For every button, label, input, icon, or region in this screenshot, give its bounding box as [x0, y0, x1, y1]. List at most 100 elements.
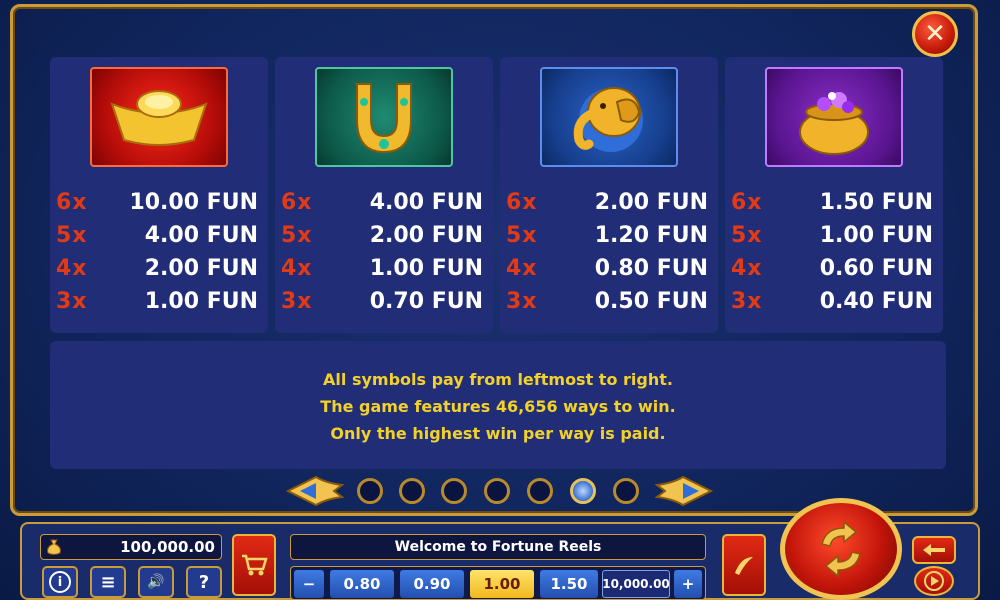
- multiplier: 3x: [56, 288, 88, 314]
- multiplier: 6x: [281, 189, 313, 215]
- payout-value: 2.00 FUN: [594, 189, 708, 215]
- payout-row: 6x 4.00 FUN: [281, 187, 487, 217]
- multiplier: 6x: [506, 189, 538, 215]
- balance-display: 100,000.00: [40, 534, 222, 560]
- page-dot[interactable]: [484, 478, 510, 504]
- plus-icon: +: [681, 575, 695, 593]
- spin-button[interactable]: [780, 498, 902, 600]
- page-dot[interactable]: [527, 478, 553, 504]
- page-dot[interactable]: [399, 478, 425, 504]
- payout-value: 1.00 FUN: [819, 222, 933, 248]
- multiplier: 3x: [506, 288, 538, 314]
- payout-row: 4x 1.00 FUN: [281, 253, 487, 283]
- payout-value: 2.00 FUN: [144, 255, 258, 281]
- rules-panel: All symbols pay from leftmost to right. …: [50, 341, 946, 469]
- multiplier: 6x: [731, 189, 763, 215]
- multiplier: 4x: [731, 255, 763, 281]
- play-icon: [924, 571, 944, 591]
- minus-icon: −: [302, 575, 316, 593]
- payout-row: 5x 4.00 FUN: [56, 220, 262, 250]
- payout-value: 0.70 FUN: [369, 288, 483, 314]
- next-page-arrow-icon[interactable]: [655, 473, 713, 509]
- help-button[interactable]: ?: [186, 566, 222, 598]
- close-icon: ✕: [924, 19, 946, 49]
- bet-selector: − 0.80 0.90 1.00 1.50 10,000.00 +: [290, 566, 706, 600]
- rule-line: All symbols pay from leftmost to right.: [323, 370, 673, 389]
- chili-icon: [735, 557, 753, 575]
- money-bag-icon: [47, 539, 61, 555]
- treasure-pot-icon: [765, 67, 903, 167]
- buy-feature-button[interactable]: [232, 534, 276, 596]
- payout-row: 3x 0.50 FUN: [506, 286, 712, 316]
- menu-icon: ≡: [100, 571, 116, 593]
- payout-row: 3x 0.40 FUN: [731, 286, 937, 316]
- page-dot-active[interactable]: [570, 478, 596, 504]
- horseshoe-icon: [315, 67, 453, 167]
- bet-increase-button[interactable]: +: [674, 570, 702, 598]
- turbo-button[interactable]: [912, 536, 956, 564]
- prev-page-arrow-icon[interactable]: [286, 473, 344, 509]
- payout-value: 1.20 FUN: [594, 222, 708, 248]
- payout-row: 5x 1.00 FUN: [731, 220, 937, 250]
- autoplay-button[interactable]: [914, 566, 954, 596]
- message-bar: Welcome to Fortune Reels: [290, 534, 706, 560]
- info-button[interactable]: i: [42, 566, 78, 598]
- payout-value: 1.00 FUN: [369, 255, 483, 281]
- payout-row: 3x 1.00 FUN: [56, 286, 262, 316]
- multiplier: 4x: [281, 255, 313, 281]
- multiplier: 6x: [56, 189, 88, 215]
- spin-arrows-icon: [821, 520, 861, 578]
- payout-row: 4x 0.80 FUN: [506, 253, 712, 283]
- multiplier: 5x: [506, 222, 538, 248]
- info-icon: i: [49, 571, 71, 593]
- rule-line: Only the highest win per way is paid.: [330, 424, 666, 443]
- bet-decrease-button[interactable]: −: [294, 570, 324, 598]
- bet-option[interactable]: 0.80: [330, 570, 394, 598]
- rule-line: The game features 46,656 ways to win.: [320, 397, 676, 416]
- menu-button[interactable]: ≡: [90, 566, 126, 598]
- balance-value: 100,000.00: [120, 538, 215, 556]
- payout-value: 0.60 FUN: [819, 255, 933, 281]
- payout-row: 6x 10.00 FUN: [56, 187, 262, 217]
- close-button[interactable]: ✕: [912, 11, 958, 57]
- sound-button[interactable]: 🔊: [138, 566, 174, 598]
- multiplier: 3x: [731, 288, 763, 314]
- help-icon: ?: [198, 571, 210, 593]
- page-dot[interactable]: [441, 478, 467, 504]
- multiplier: 5x: [281, 222, 313, 248]
- multiplier: 5x: [731, 222, 763, 248]
- bonus-button[interactable]: [722, 534, 766, 596]
- payout-row: 6x 1.50 FUN: [731, 187, 937, 217]
- payout-row: 4x 2.00 FUN: [56, 253, 262, 283]
- multiplier: 5x: [56, 222, 88, 248]
- payout-value: 2.00 FUN: [369, 222, 483, 248]
- payout-row: 3x 0.70 FUN: [281, 286, 487, 316]
- payout-value: 0.80 FUN: [594, 255, 708, 281]
- payout-value: 0.50 FUN: [594, 288, 708, 314]
- payout-row: 5x 2.00 FUN: [281, 220, 487, 250]
- bet-option[interactable]: 1.50: [540, 570, 598, 598]
- payout-value: 10.00 FUN: [129, 189, 258, 215]
- payout-row: 5x 1.20 FUN: [506, 220, 712, 250]
- multiplier: 4x: [56, 255, 88, 281]
- payout-row: 4x 0.60 FUN: [731, 253, 937, 283]
- paytable-card-treasure-pot: 6x 1.50 FUN 5x 1.00 FUN 4x 0.60 FUN 3x 0.40 …: [725, 57, 943, 333]
- total-bet-display: 10,000.00: [602, 570, 670, 598]
- payout-value: 4.00 FUN: [369, 189, 483, 215]
- multiplier: 3x: [281, 288, 313, 314]
- bet-option-selected[interactable]: 1.00: [470, 570, 534, 598]
- payout-value: 0.40 FUN: [819, 288, 933, 314]
- speaker-icon: 🔊: [147, 574, 165, 590]
- page-dot[interactable]: [613, 478, 639, 504]
- gold-ingot-icon: [90, 67, 228, 167]
- bet-option[interactable]: 0.90: [400, 570, 464, 598]
- payout-value: 4.00 FUN: [144, 222, 258, 248]
- payout-value: 1.00 FUN: [144, 288, 258, 314]
- paytable-card-golden-elephant: 6x 2.00 FUN 5x 1.20 FUN 4x 0.80 FUN 3x 0.50 …: [500, 57, 718, 333]
- payout-value: 1.50 FUN: [819, 189, 933, 215]
- multiplier: 4x: [506, 255, 538, 281]
- page-dot[interactable]: [357, 478, 383, 504]
- cart-icon: [242, 554, 268, 576]
- payout-row: 6x 2.00 FUN: [506, 187, 712, 217]
- turbo-icon: [923, 544, 945, 556]
